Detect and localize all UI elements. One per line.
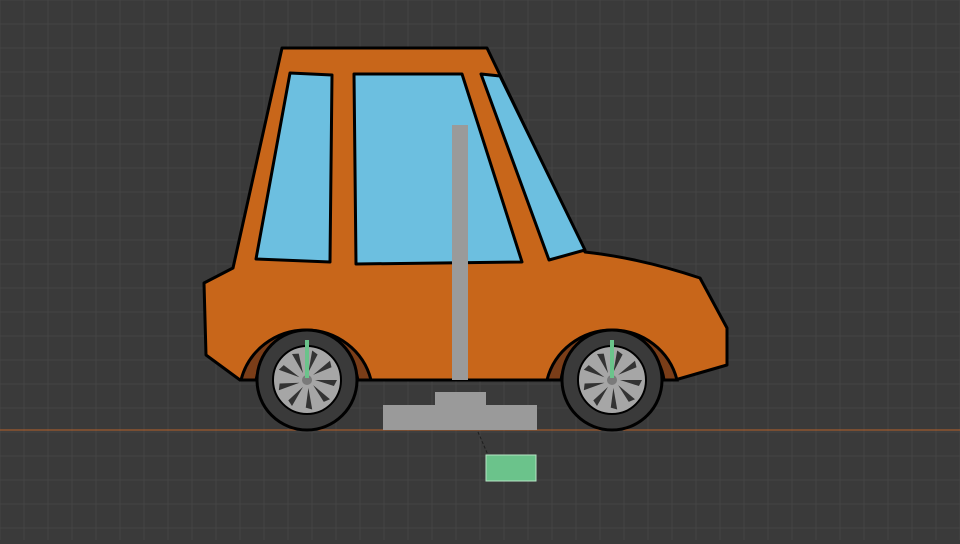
base-bone[interactable] [383, 405, 537, 430]
base-bone-top[interactable] [435, 392, 486, 406]
scene-canvas[interactable] [0, 0, 960, 540]
viewport-3d[interactable] [0, 0, 960, 540]
root-control[interactable] [485, 454, 537, 482]
body-bone[interactable] [452, 125, 468, 380]
